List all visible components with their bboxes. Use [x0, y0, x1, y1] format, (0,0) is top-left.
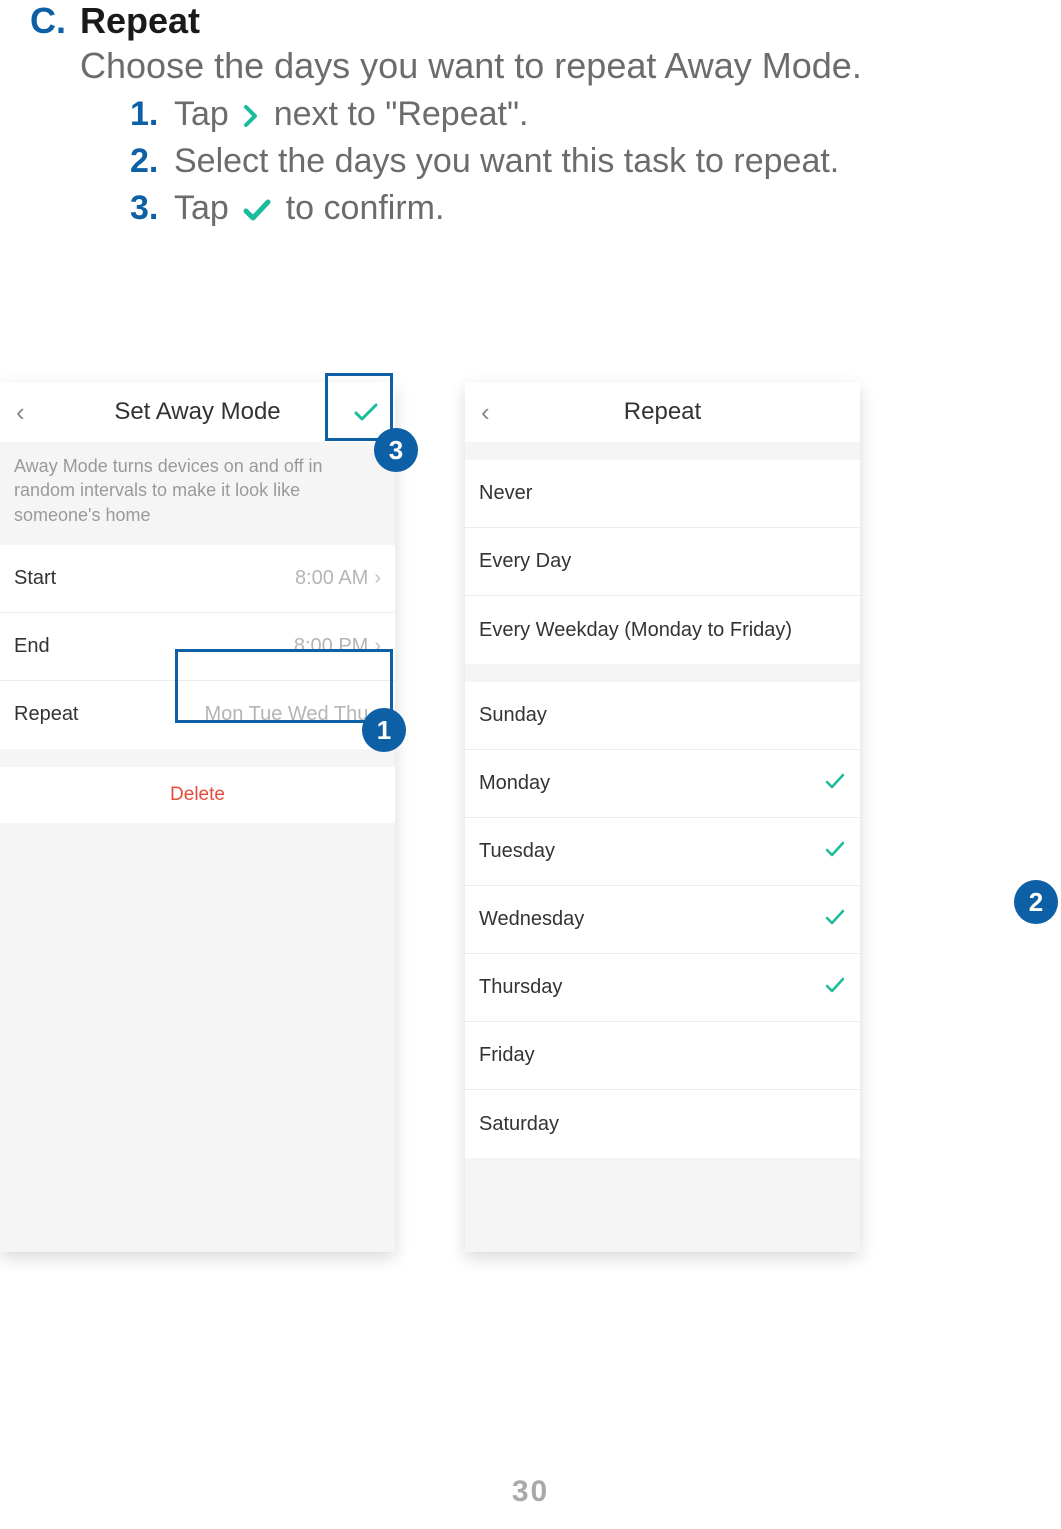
back-button[interactable]: ‹	[16, 397, 25, 428]
screen-set-away-mode: ‹ Set Away Mode Away Mode turns devices …	[0, 382, 395, 1252]
check-icon	[824, 840, 846, 863]
day-label: Wednesday	[479, 908, 584, 931]
day-label: Friday	[479, 1044, 535, 1067]
step-number: 3.	[130, 189, 174, 228]
step-1: 1. Tap next to "Repeat".	[130, 95, 839, 134]
end-label: End	[14, 635, 50, 658]
screen-repeat: ‹ Repeat Never Every Day Every Weekday (…	[465, 382, 860, 1252]
check-icon	[824, 772, 846, 795]
step-text-a: Tap	[174, 189, 229, 227]
delete-label: Delete	[170, 784, 225, 806]
steps-list: 1. Tap next to "Repeat". 2. Select the d…	[130, 95, 839, 236]
step-text-b: next to "Repeat".	[274, 95, 529, 133]
day-label: Tuesday	[479, 840, 555, 863]
preset-list: Never Every Day Every Weekday (Monday to…	[465, 460, 860, 664]
day-label: Thursday	[479, 976, 562, 999]
option-every-weekday[interactable]: Every Weekday (Monday to Friday)	[465, 596, 860, 664]
chevron-right-icon: ›	[374, 703, 381, 726]
repeat-value: Mon Tue Wed Thu	[205, 703, 369, 726]
start-label: Start	[14, 567, 56, 590]
option-every-day[interactable]: Every Day	[465, 528, 860, 596]
start-value: 8:00 AM	[295, 567, 368, 590]
option-never[interactable]: Never	[465, 460, 860, 528]
option-label: Every Weekday (Monday to Friday)	[479, 619, 792, 642]
end-value: 8:00 PM	[294, 635, 368, 658]
section-title: Repeat	[80, 0, 200, 42]
day-label: Saturday	[479, 1113, 559, 1136]
step-text: Select the days you want this task to re…	[174, 142, 839, 181]
check-icon	[824, 976, 846, 999]
day-saturday[interactable]: Saturday	[465, 1090, 860, 1158]
chevron-right-icon: ›	[374, 635, 381, 658]
day-friday[interactable]: Friday	[465, 1022, 860, 1090]
callout-badge-2: 2	[1014, 880, 1058, 924]
check-icon	[824, 908, 846, 931]
repeat-row[interactable]: Repeat Mon Tue Wed Thu ›	[0, 681, 395, 749]
chevron-right-icon	[242, 103, 260, 129]
day-monday[interactable]: Monday	[465, 750, 860, 818]
screen-header: ‹ Set Away Mode	[0, 382, 395, 442]
screen-header: ‹ Repeat	[465, 382, 860, 442]
step-3: 3. Tap to confirm.	[130, 189, 839, 228]
section-description: Choose the days you want to repeat Away …	[80, 45, 862, 87]
day-wednesday[interactable]: Wednesday	[465, 886, 860, 954]
step-number: 2.	[130, 142, 174, 181]
screen-title: Set Away Mode	[0, 398, 395, 426]
page-number: 30	[0, 1475, 1061, 1509]
option-label: Never	[479, 482, 532, 505]
section-letter: C.	[30, 0, 66, 42]
step-2: 2. Select the days you want this task to…	[130, 142, 839, 181]
day-label: Monday	[479, 772, 550, 795]
end-row[interactable]: End 8:00 PM ›	[0, 613, 395, 681]
confirm-button[interactable]	[353, 402, 379, 422]
step-text-b: to confirm.	[286, 189, 445, 227]
screen-title: Repeat	[465, 398, 860, 426]
step-text-a: Tap	[174, 95, 229, 133]
delete-button[interactable]: Delete	[0, 767, 395, 823]
step-number: 1.	[130, 95, 174, 134]
away-mode-description: Away Mode turns devices on and off in ra…	[0, 442, 395, 545]
repeat-label: Repeat	[14, 703, 79, 726]
option-label: Every Day	[479, 550, 571, 573]
day-sunday[interactable]: Sunday	[465, 682, 860, 750]
day-tuesday[interactable]: Tuesday	[465, 818, 860, 886]
start-row[interactable]: Start 8:00 AM ›	[0, 545, 395, 613]
chevron-right-icon: ›	[374, 567, 381, 590]
back-button[interactable]: ‹	[481, 397, 490, 428]
day-label: Sunday	[479, 704, 547, 727]
days-list: Sunday Monday Tuesday Wednesday Thursday…	[465, 682, 860, 1158]
check-icon	[242, 198, 272, 222]
day-thursday[interactable]: Thursday	[465, 954, 860, 1022]
